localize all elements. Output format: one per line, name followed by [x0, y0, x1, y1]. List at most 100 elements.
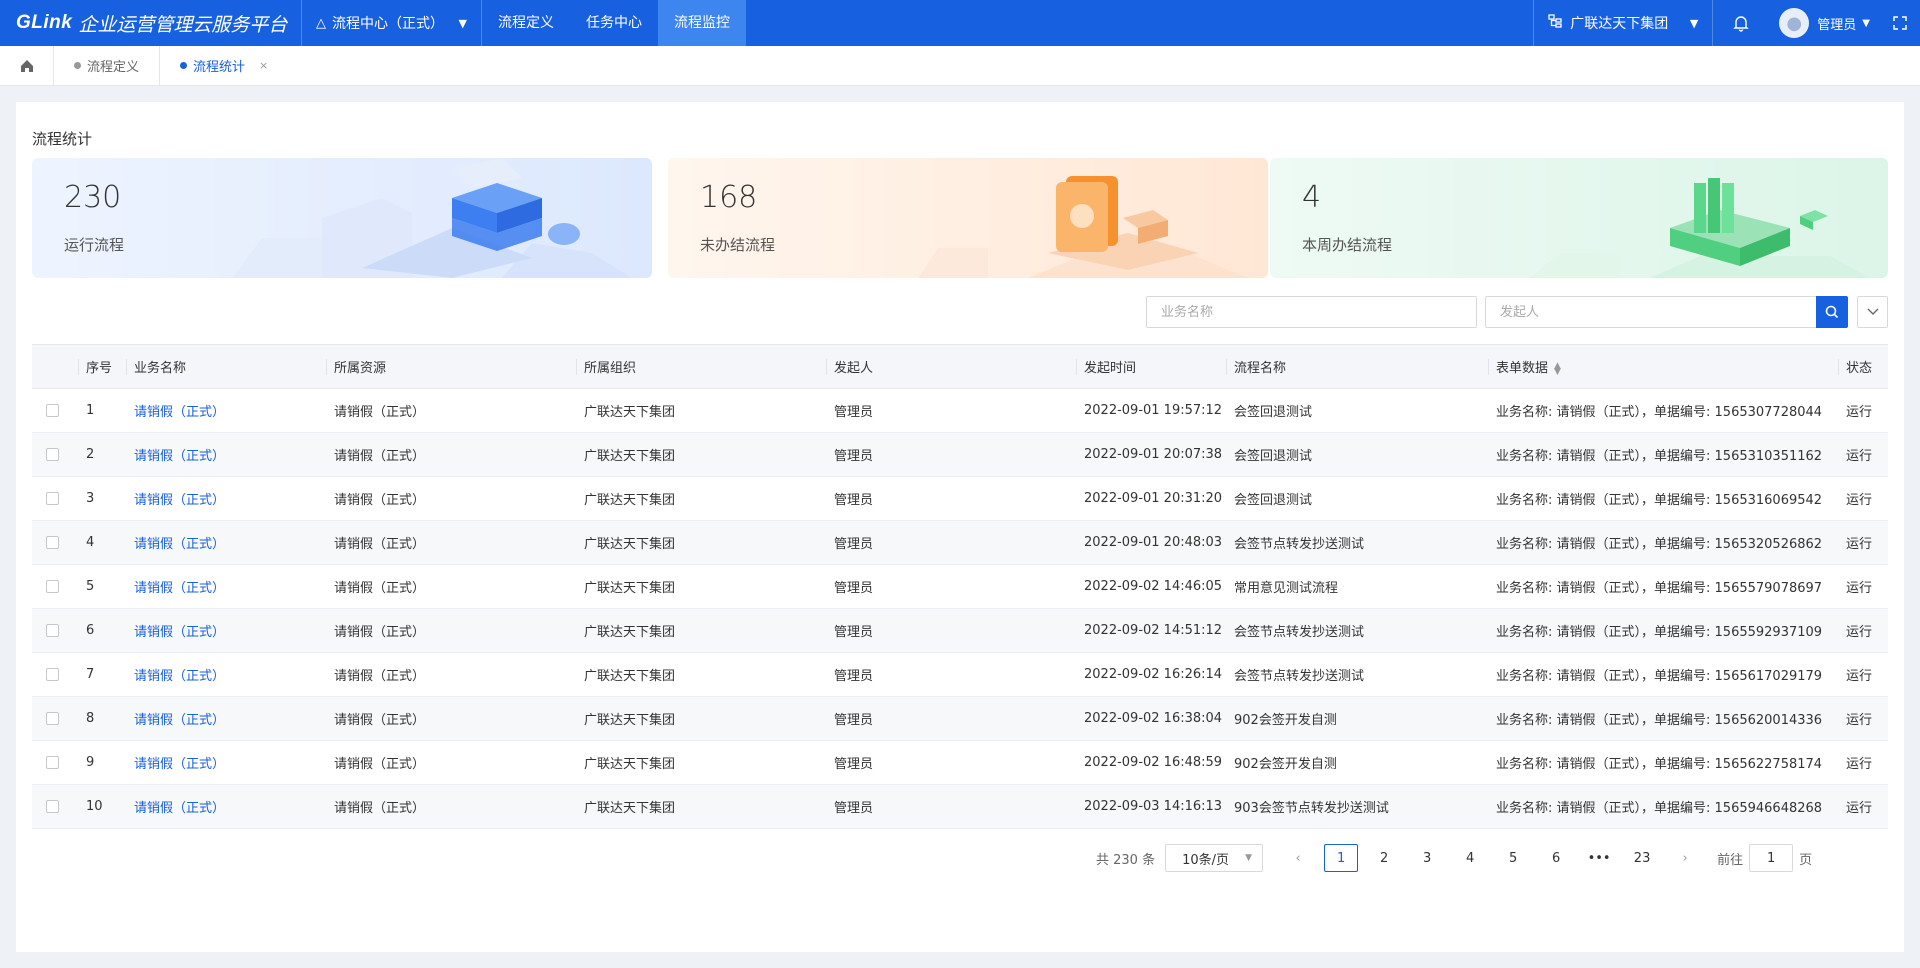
table-row[interactable]: 5 请销假（正式） 请销假（正式） 广联达天下集团 管理员 2022-09-02 14:4…: [32, 564, 1888, 609]
cell-initiator: 管理员: [826, 740, 1076, 785]
header-business: 业务名称: [126, 344, 326, 389]
more-pages[interactable]: •••: [1582, 844, 1616, 872]
tab-process-definition[interactable]: 流程定义: [54, 45, 161, 86]
bell-icon[interactable]: [1713, 0, 1769, 46]
fullscreen-icon[interactable]: [1880, 0, 1920, 46]
page-3[interactable]: 3: [1410, 844, 1444, 872]
top-right-tools: 广联达天下集团 ▼ ● 管理员 ▼: [1533, 0, 1920, 46]
business-link[interactable]: 请销假（正式）: [134, 449, 225, 464]
search-icon[interactable]: [1816, 296, 1848, 328]
tab-process-statistics[interactable]: 流程统计 ×: [160, 46, 288, 86]
cell-business: 请销假（正式）: [126, 608, 326, 653]
nav-process-monitor[interactable]: 流程监控: [658, 0, 746, 46]
table-row[interactable]: 2 请销假（正式） 请销假（正式） 广联达天下集团 管理员 2022-09-01 20:0…: [32, 432, 1888, 477]
row-checkbox-cell: [32, 608, 78, 653]
tabs-bar: 流程定义 流程统计 ×: [0, 45, 1920, 86]
table-row[interactable]: 3 请销假（正式） 请销假（正式） 广联达天下集团 管理员 2022-09-01 20:3…: [32, 476, 1888, 521]
row-checkbox[interactable]: [46, 492, 59, 505]
table-row[interactable]: 1 请销假（正式） 请销假（正式） 广联达天下集团 管理员 2022-09-01 19:5…: [32, 388, 1888, 433]
table-row[interactable]: 9 请销假（正式） 请销假（正式） 广联达天下集团 管理员 2022-09-02 16:4…: [32, 740, 1888, 785]
page-6[interactable]: 6: [1539, 844, 1573, 872]
business-link[interactable]: 请销假（正式）: [134, 581, 225, 596]
business-link[interactable]: 请销假（正式）: [134, 669, 225, 684]
row-checkbox[interactable]: [46, 668, 59, 681]
cell-business: 请销假（正式）: [126, 696, 326, 741]
page-size-select[interactable]: 10条/页 ▼: [1165, 844, 1264, 872]
cell-resource: 请销假（正式）: [326, 520, 576, 565]
cell-process: 会签回退测试: [1226, 388, 1488, 433]
header-initiator: 发起人: [826, 344, 1076, 389]
prev-page-icon[interactable]: ‹: [1281, 844, 1315, 872]
page-2[interactable]: 2: [1367, 844, 1401, 872]
goto-page-input[interactable]: [1749, 844, 1794, 872]
business-link[interactable]: 请销假（正式）: [134, 405, 225, 420]
main-panel: 流程统计 230 运行流程 168 未办结流程 4 本周办结流程 业务名称 发起…: [16, 102, 1904, 952]
row-checkbox-cell: [32, 784, 78, 829]
business-link[interactable]: 请销假（正式）: [134, 801, 225, 816]
cell-form: 业务名称: 请销假（正式），单据编号: 1565617029179: [1488, 652, 1838, 697]
cell-form: 业务名称: 请销假（正式），单据编号: 1565622758174: [1488, 740, 1838, 785]
header-checkbox-cell: [32, 344, 78, 389]
cell-initiator: 管理员: [826, 652, 1076, 697]
cell-index: 2: [78, 432, 126, 477]
nav-process-definition[interactable]: 流程定义: [482, 0, 570, 46]
row-checkbox[interactable]: [46, 800, 59, 813]
row-checkbox[interactable]: [46, 404, 59, 417]
row-checkbox[interactable]: [46, 536, 59, 549]
cell-business: 请销假（正式）: [126, 740, 326, 785]
cell-business: 请销假（正式）: [126, 784, 326, 829]
header-status: 状态: [1838, 344, 1888, 389]
brand[interactable]: GLink 企业运营管理云服务平台: [0, 0, 302, 46]
folder-illustration: [918, 176, 1248, 278]
page-5[interactable]: 5: [1496, 844, 1530, 872]
cell-form: 业务名称: 请销假（正式），单据编号: 1565579078697: [1488, 564, 1838, 609]
row-checkbox[interactable]: [46, 448, 59, 461]
business-name-search-input[interactable]: [1146, 296, 1477, 328]
chevron-down-icon[interactable]: [1857, 296, 1888, 328]
cell-resource: 请销假（正式）: [326, 696, 576, 741]
cell-org: 广联达天下集团: [576, 740, 826, 785]
business-link[interactable]: 请销假（正式）: [134, 757, 225, 772]
table-row[interactable]: 4 请销假（正式） 请销假（正式） 广联达天下集团 管理员 2022-09-01 20:4…: [32, 520, 1888, 565]
table-row[interactable]: 10 请销假（正式） 请销假（正式） 广联达天下集团 管理员 2022-09-03 14:…: [32, 784, 1888, 829]
cell-org: 广联达天下集团: [576, 432, 826, 477]
cell-time: 2022-09-01 20:48:03: [1076, 520, 1226, 565]
page-4[interactable]: 4: [1453, 844, 1487, 872]
row-checkbox-cell: [32, 740, 78, 785]
business-link[interactable]: 请销假（正式）: [134, 713, 225, 728]
cell-status: 运行: [1838, 388, 1888, 433]
table-row[interactable]: 6 请销假（正式） 请销假（正式） 广联达天下集团 管理员 2022-09-02 14:5…: [32, 608, 1888, 653]
row-checkbox[interactable]: [46, 624, 59, 637]
sort-icon[interactable]: ▲ ▼: [1554, 361, 1561, 376]
business-link[interactable]: 请销假（正式）: [134, 493, 225, 508]
business-link[interactable]: 请销假（正式）: [134, 625, 225, 640]
row-checkbox[interactable]: [46, 756, 59, 769]
platform-title: 企业运营管理云服务平台: [78, 13, 288, 36]
page-last[interactable]: 23: [1625, 844, 1659, 872]
page-1[interactable]: 1: [1324, 844, 1359, 872]
row-checkbox[interactable]: [46, 712, 59, 725]
org-switcher[interactable]: 广联达天下集团 ▼: [1533, 0, 1714, 46]
home-icon[interactable]: [0, 45, 54, 86]
caret-down-icon: ▼: [458, 16, 467, 30]
nav-task-center[interactable]: 任务中心: [570, 0, 658, 46]
next-page-icon[interactable]: ›: [1668, 844, 1702, 872]
cell-resource: 请销假（正式）: [326, 476, 576, 521]
table-row[interactable]: 8 请销假（正式） 请销假（正式） 广联达天下集团 管理员 2022-09-02 16:3…: [32, 696, 1888, 741]
row-checkbox-cell: [32, 432, 78, 477]
cell-status: 运行: [1838, 784, 1888, 829]
row-checkbox-cell: [32, 520, 78, 565]
close-icon[interactable]: ×: [259, 59, 268, 72]
cell-index: 4: [78, 520, 126, 565]
header-form[interactable]: 表单数据 ▲ ▼: [1488, 344, 1838, 389]
stat-value: 168: [700, 180, 758, 215]
caret-down-icon: ▼: [1862, 17, 1870, 29]
table-row[interactable]: 7 请销假（正式） 请销假（正式） 广联达天下集团 管理员 2022-09-02 16:2…: [32, 652, 1888, 697]
user-menu[interactable]: ● 管理员 ▼: [1769, 0, 1880, 46]
business-link[interactable]: 请销假（正式）: [134, 537, 225, 552]
row-checkbox[interactable]: [46, 580, 59, 593]
initiator-search-input[interactable]: [1485, 296, 1816, 328]
app-switcher[interactable]: △ 流程中心（正式） ▼: [302, 0, 482, 46]
cell-index: 3: [78, 476, 126, 521]
cell-status: 运行: [1838, 740, 1888, 785]
